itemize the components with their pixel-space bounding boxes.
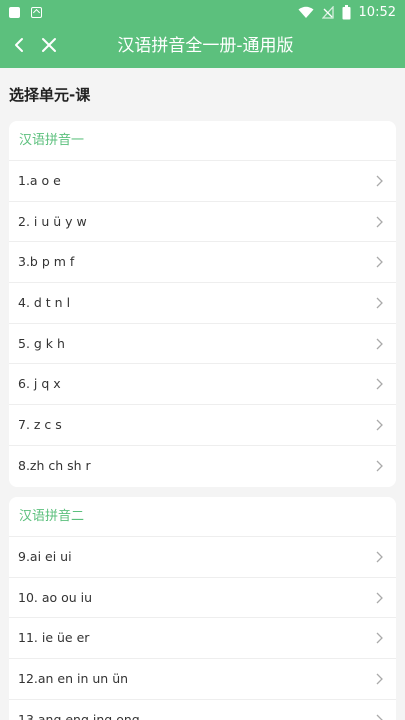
section-label: 选择单元-课	[9, 86, 91, 104]
lesson-item[interactable]: 5. g k h	[9, 324, 396, 365]
lesson-label: 3.b p m f	[18, 254, 75, 270]
lesson-item[interactable]: 4. d t n l	[9, 283, 396, 324]
back-arrow-icon[interactable]	[6, 32, 32, 58]
chevron-right-icon	[376, 460, 383, 472]
lesson-label: 4. d t n l	[18, 295, 71, 311]
chevron-right-icon	[376, 297, 383, 309]
lesson-item[interactable]: 6. j q x	[9, 364, 396, 406]
status-time: 10:52	[358, 4, 396, 20]
lesson-label: 10. ao ou iu	[18, 589, 93, 605]
lesson-item[interactable]: 10. ao ou iu	[9, 578, 396, 619]
lesson-item[interactable]: 2. i u ü y w	[9, 202, 396, 243]
lesson-label: 8.zh ch sh r	[18, 457, 91, 473]
no-signal-icon	[321, 5, 334, 19]
lesson-label: 12.an en in un ün	[18, 671, 129, 687]
status-bar: 10:52	[0, 0, 405, 24]
chevron-right-icon	[376, 338, 383, 350]
lesson-item[interactable]: 8.zh ch sh r	[9, 446, 396, 487]
lesson-label: 1.a o e	[18, 173, 61, 188]
lesson-label: 13.ang eng ing ong	[18, 711, 140, 720]
lesson-label: 9.ai ei ui	[18, 549, 72, 564]
lesson-label: 5. g k h	[18, 335, 65, 351]
lesson-item[interactable]: 7. z c s	[9, 405, 396, 446]
lesson-item[interactable]: 1.a o e	[9, 161, 396, 202]
unit-title: 汉语拼音二	[9, 497, 396, 537]
chevron-right-icon	[376, 673, 383, 685]
chevron-right-icon	[376, 714, 383, 720]
wifi-icon	[298, 6, 314, 18]
chevron-right-icon	[376, 632, 383, 644]
unit-card-2: 汉语拼音二 9.ai ei ui 10. ao ou iu 11. ie üe …	[9, 497, 396, 720]
close-icon[interactable]	[36, 32, 62, 58]
lesson-item[interactable]: 3.b p m f	[9, 242, 396, 284]
chevron-right-icon	[376, 419, 383, 431]
lesson-label: 7. z c s	[18, 417, 62, 433]
battery-icon	[342, 4, 351, 19]
lesson-item[interactable]: 12.an en in un ün	[9, 659, 396, 700]
app-toolbar: 汉语拼音全一册-通用版	[0, 24, 405, 68]
notification-icon	[9, 7, 20, 18]
lesson-item[interactable]: 13.ang eng ing ong	[9, 700, 396, 720]
lesson-label: 2. i u ü y w	[18, 213, 87, 229]
chevron-right-icon	[376, 592, 383, 604]
chevron-right-icon	[376, 378, 383, 390]
status-bar-right: 10:52	[298, 0, 396, 24]
lesson-label: 11. ie üe er	[18, 630, 90, 646]
unit-card-1: 汉语拼音一 1.a o e 2. i u ü y w 3.b p m f 4. …	[9, 121, 396, 487]
lesson-label: 6. j q x	[18, 376, 61, 392]
chevron-right-icon	[376, 256, 383, 268]
app-notification-icon	[31, 7, 42, 18]
chevron-right-icon	[376, 551, 383, 563]
lesson-item[interactable]: 9.ai ei ui	[9, 537, 396, 578]
unit-title: 汉语拼音一	[9, 121, 396, 161]
chevron-right-icon	[376, 216, 383, 228]
lesson-item[interactable]: 11. ie üe er	[9, 618, 396, 660]
chevron-right-icon	[376, 175, 383, 187]
